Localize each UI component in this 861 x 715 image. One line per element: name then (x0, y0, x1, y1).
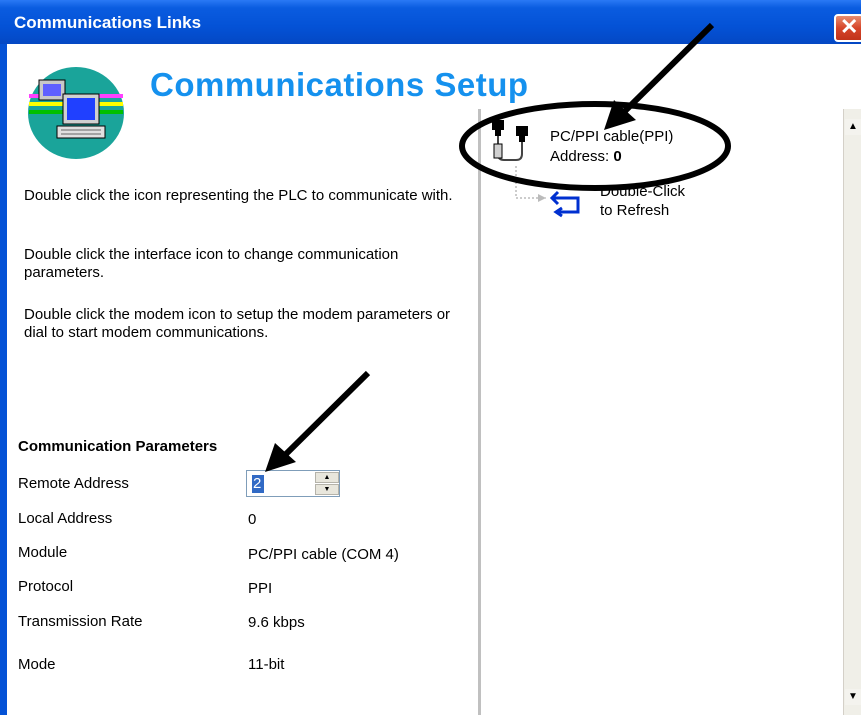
tree-scrollbar[interactable]: ▲ ▼ (843, 109, 861, 715)
communications-setup-logo-icon (28, 67, 124, 159)
remote-address-spinner[interactable]: ▲ ▼ (246, 470, 340, 497)
mode-label: Mode (18, 656, 56, 673)
title-bar[interactable]: Communications Links ✕ (0, 0, 861, 44)
close-button[interactable]: ✕ (834, 14, 861, 42)
remote-address-input[interactable] (249, 473, 313, 494)
pc-ppi-cable-icon[interactable] (488, 118, 532, 166)
local-address-label: Local Address (18, 510, 113, 527)
spin-down-icon: ▼ (323, 486, 331, 493)
communications-links-window: Communications Links ✕ Communications Se… (0, 0, 861, 715)
scroll-down-icon: ▼ (848, 691, 858, 702)
scroll-up-button[interactable]: ▲ (845, 119, 861, 135)
module-value: PC/PPI cable (COM 4) (248, 546, 399, 563)
spin-up-button[interactable]: ▲ (315, 472, 339, 483)
instruction-text-modem: Double click the modem icon to setup the… (24, 306, 451, 341)
close-icon: ✕ (840, 14, 859, 39)
scroll-up-icon: ▲ (848, 121, 858, 132)
instruction-text-plc: Double click the icon representing the P… (24, 187, 453, 204)
refresh-label-line1[interactable]: Double-Click (600, 182, 685, 201)
transmission-rate-value: 9.6 kbps (248, 614, 305, 631)
pane-divider[interactable] (477, 109, 481, 715)
spin-up-icon: ▲ (323, 474, 331, 481)
parameters-heading: Communication Parameters (18, 438, 218, 455)
window-title: Communications Links (14, 13, 202, 32)
refresh-label-line2[interactable]: to Refresh (600, 201, 669, 220)
protocol-label: Protocol (18, 578, 74, 595)
address-label: Address: (550, 148, 610, 165)
mode-value: 11-bit (248, 656, 285, 673)
spin-buttons: ▲ ▼ (315, 472, 339, 495)
remote-address-label: Remote Address (18, 475, 129, 492)
refresh-icon[interactable] (548, 188, 584, 218)
module-label: Module (18, 544, 68, 561)
cable-address: Address: 0 (550, 147, 622, 166)
spin-down-button[interactable]: ▼ (315, 484, 339, 495)
cable-name[interactable]: PC/PPI cable(PPI) (550, 127, 673, 146)
window-left-border (0, 44, 7, 715)
transmission-rate-label: Transmission Rate (18, 613, 143, 630)
page-title: Communications Setup (150, 66, 529, 103)
protocol-value: PPI (248, 580, 273, 597)
instruction-text-interface: Double click the interface icon to chang… (24, 246, 399, 281)
local-address-value: 0 (248, 511, 257, 528)
address-value: 0 (613, 148, 622, 165)
scroll-down-button[interactable]: ▼ (845, 689, 861, 705)
